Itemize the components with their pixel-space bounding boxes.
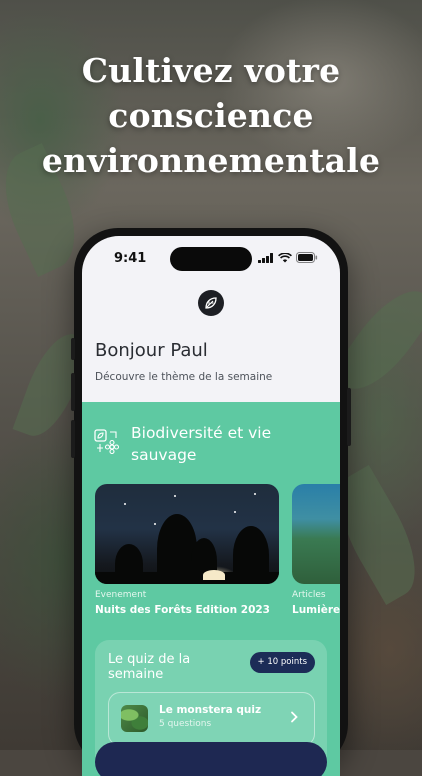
points-badge: + 10 points (249, 652, 315, 673)
app-screen: 9:41 Bonjour Paul Découvre le thème de l… (82, 236, 340, 776)
dynamic-island (170, 247, 252, 271)
phone-button (347, 388, 351, 446)
bottom-action-button[interactable] (95, 742, 327, 776)
article-card-image[interactable] (292, 484, 340, 584)
status-bar: 9:41 (82, 236, 340, 280)
phone-button (71, 373, 75, 411)
app-logo[interactable] (198, 290, 224, 316)
quiz-title: Le quiz de la semaine (108, 652, 191, 682)
theme-section: Biodiversité et vie sauvage Evenement Nu… (82, 402, 340, 776)
headline-line-2: conscience (108, 96, 314, 135)
wifi-icon (278, 252, 292, 262)
biodiversity-icon (94, 429, 120, 454)
card-title[interactable]: Nuits des Forêts Edition 2023 (95, 604, 270, 616)
chevron-right-icon (291, 711, 298, 723)
leaf-logo-icon (205, 297, 217, 309)
quiz-list-item[interactable]: Le monstera quiz 5 questions (108, 692, 315, 746)
quiz-thumbnail (121, 705, 148, 732)
greeting-title: Bonjour Paul (95, 340, 208, 361)
theme-title: Biodiversité et vie sauvage (131, 424, 272, 464)
card-category: Articles (292, 590, 326, 600)
phone-mockup: 9:41 Bonjour Paul Découvre le thème de l… (71, 228, 351, 776)
headline-line-3: environnementale (41, 141, 381, 180)
status-icons (258, 252, 318, 263)
battery-icon (296, 252, 318, 263)
status-time: 9:41 (114, 251, 147, 266)
quiz-item-count: 5 questions (159, 719, 212, 729)
signal-icon (258, 252, 273, 263)
phone-button (71, 338, 75, 360)
event-card-image[interactable] (95, 484, 279, 584)
headline-line-1: Cultivez votre (81, 51, 341, 90)
quiz-item-name: Le monstera quiz (159, 704, 262, 716)
card-category: Evenement (95, 590, 147, 600)
card-title[interactable]: Lumière (292, 604, 340, 616)
phone-button (71, 420, 75, 458)
headline: Cultivez votre conscience environnementa… (0, 48, 422, 183)
greeting-subtitle: Découvre le thème de la semaine (95, 371, 273, 383)
